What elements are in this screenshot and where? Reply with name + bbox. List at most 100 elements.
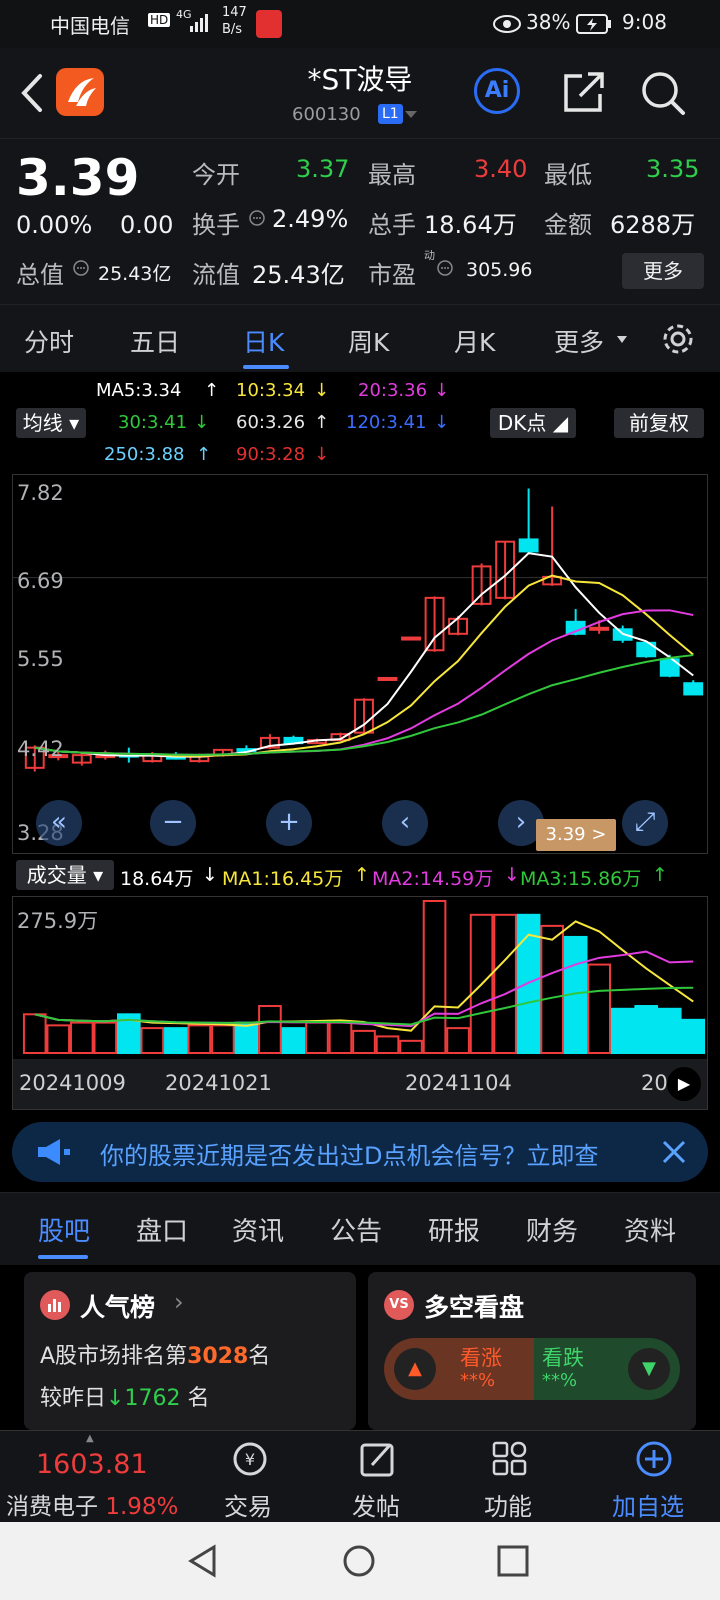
- ma10-down-arrow-icon: ↓: [314, 380, 330, 401]
- y-label-3: 5.55: [17, 647, 64, 671]
- tab-forum[interactable]: 股吧: [38, 1211, 90, 1248]
- status-bar: 中国电信 HD 4G 147 B/s 38% 9:08: [0, 0, 720, 48]
- volume-today: 18.64万: [120, 868, 194, 890]
- nav-trade[interactable]: ¥ 交易: [210, 1431, 290, 1523]
- close-icon[interactable]: [660, 1138, 688, 1166]
- ma90-value: 90:3.28: [236, 444, 306, 465]
- search-icon[interactable]: [640, 70, 686, 116]
- zoom-out-icon[interactable]: −: [150, 800, 196, 846]
- carrier: 中国电信: [50, 14, 130, 38]
- ma-select-button[interactable]: 均线 ▾: [16, 408, 86, 438]
- compare-value: 1762: [124, 1386, 181, 1411]
- y-label-max: 7.82: [17, 481, 64, 505]
- vol-ma2: MA2:14.59万: [372, 868, 494, 890]
- ma90-down-arrow-icon: ↓: [314, 444, 330, 465]
- index-name: 消费电子: [6, 1494, 98, 1520]
- volume-bar: [352, 1029, 376, 1055]
- bar-chart-icon: [40, 1290, 70, 1320]
- level-badge[interactable]: L1: [378, 104, 403, 124]
- content-tabs: 股吧 盘口 资讯 公告 研报 财务 资料: [0, 1192, 720, 1265]
- fullscreen-icon[interactable]: ⤢: [622, 800, 668, 846]
- home-circle-icon[interactable]: [342, 1544, 376, 1578]
- scroll-left-icon[interactable]: ‹: [382, 800, 428, 846]
- volume-bar: [187, 1024, 212, 1054]
- candle-body: [683, 682, 704, 696]
- tab-daily-k[interactable]: 日K: [243, 323, 284, 359]
- vs-icon: VS: [384, 1290, 414, 1320]
- vote-up-button[interactable]: ▲ 看涨 **%: [384, 1338, 534, 1400]
- info-icon[interactable]: [436, 259, 454, 277]
- volume-bar: [46, 1024, 71, 1054]
- kline-svg: [13, 488, 707, 772]
- tab-financials[interactable]: 财务: [526, 1211, 578, 1248]
- index-value: 1603.81: [36, 1449, 148, 1480]
- dk-point-button[interactable]: DK点 ◢: [490, 408, 576, 438]
- tab-more[interactable]: 更多: [554, 323, 604, 359]
- volume-bar: [305, 1021, 329, 1054]
- kline-chart[interactable]: 7.82 6.69 5.55 4.42 3.28: [12, 474, 708, 854]
- tab-announcements[interactable]: 公告: [330, 1211, 382, 1248]
- notice-banner[interactable]: 你的股票近期是否发出过D点机会信号？立即查: [12, 1122, 708, 1182]
- back-triangle-icon[interactable]: [186, 1544, 220, 1578]
- rank-value: 3028: [187, 1344, 249, 1369]
- nav-post[interactable]: 发帖: [338, 1431, 418, 1523]
- tab-five-day[interactable]: 五日: [130, 323, 180, 359]
- date-label-3: 20241104: [405, 1071, 512, 1095]
- ma20-value: 20:3.36: [358, 380, 428, 401]
- ma250-up-arrow-icon: ↑: [196, 444, 212, 465]
- candle: [424, 596, 445, 652]
- battery-icon: [576, 14, 611, 34]
- low-label: 最低: [544, 161, 592, 189]
- chevron-right-icon: ›: [174, 1288, 184, 1316]
- settings-gear-icon[interactable]: [660, 321, 696, 357]
- chevron-down-icon[interactable]: [404, 110, 418, 120]
- ma5-value: MA5:3.34: [96, 380, 182, 401]
- volume-bar: [234, 1021, 259, 1054]
- tab-orderbook[interactable]: 盘口: [136, 1211, 188, 1248]
- change-amount: 0.00: [120, 211, 174, 239]
- adjust-button[interactable]: 前复权: [614, 408, 704, 438]
- vote-bar: ▲ 看涨 **% 看跌 **% ▼: [384, 1338, 680, 1400]
- info-icon[interactable]: [248, 209, 266, 227]
- tab-profile[interactable]: 资料: [624, 1211, 676, 1248]
- vol-ma2-down-arrow-icon: ↓: [504, 864, 520, 886]
- volume-label: 总手: [368, 211, 416, 239]
- volume-bar: [399, 1039, 423, 1054]
- rank-suffix: 名: [248, 1344, 271, 1369]
- scroll-left-fast-icon[interactable]: «: [36, 800, 82, 846]
- tab-research[interactable]: 研报: [428, 1211, 480, 1248]
- nav-add-watchlist[interactable]: 加自选: [604, 1431, 704, 1523]
- yen-exchange-icon: ¥: [233, 1442, 267, 1476]
- vote-down-button[interactable]: 看跌 **% ▼: [534, 1338, 680, 1400]
- info-icon[interactable]: [72, 259, 90, 277]
- volume-bar: [375, 1035, 400, 1054]
- index-ticker[interactable]: ▲ 1603.81 消费电子 1.98%: [0, 1431, 190, 1523]
- share-icon[interactable]: [562, 70, 606, 114]
- indicator-select-button[interactable]: 成交量 ▾: [16, 860, 114, 890]
- date-axis: 20241009 20241021 20241104 20 ▶: [13, 1059, 707, 1109]
- recents-square-icon[interactable]: [496, 1544, 530, 1578]
- volume-svg: [22, 900, 706, 1055]
- volume-bar: [140, 1027, 165, 1054]
- next-page-icon[interactable]: ▶: [667, 1067, 701, 1101]
- candle-body: [377, 676, 398, 681]
- last-price-tag[interactable]: 3.39 >: [536, 819, 616, 851]
- tab-intraday[interactable]: 分时: [24, 323, 74, 359]
- edit-icon: [360, 1443, 394, 1477]
- open-label: 今开: [192, 161, 240, 189]
- vote-down-value: **%: [542, 1370, 578, 1391]
- more-quote-button[interactable]: 更多: [622, 253, 704, 289]
- tab-news[interactable]: 资讯: [232, 1211, 284, 1248]
- period-tabs: 分时 五日 日K 周K 月K 更多: [0, 304, 720, 374]
- bull-bear-card[interactable]: VS 多空看盘 ▲ 看涨 **% 看跌 **% ▼: [368, 1272, 696, 1430]
- turnover-label: 换手: [192, 211, 240, 239]
- tab-monthly-k[interactable]: 月K: [454, 323, 495, 359]
- zoom-in-icon[interactable]: +: [266, 800, 312, 846]
- turnover-value: 2.49%: [272, 205, 349, 233]
- down-arrow-icon: ↓: [106, 1386, 125, 1411]
- nav-functions[interactable]: 功能: [470, 1431, 550, 1523]
- popularity-card[interactable]: 人气榜 › A股市场排名第3028名 较昨日↓1762 名: [24, 1272, 356, 1430]
- tab-weekly-k[interactable]: 周K: [348, 323, 389, 359]
- volume-chart[interactable]: 275.9万 20241009 20241021 20241104 20 ▶: [12, 896, 708, 1110]
- ai-icon[interactable]: Ai: [474, 68, 520, 114]
